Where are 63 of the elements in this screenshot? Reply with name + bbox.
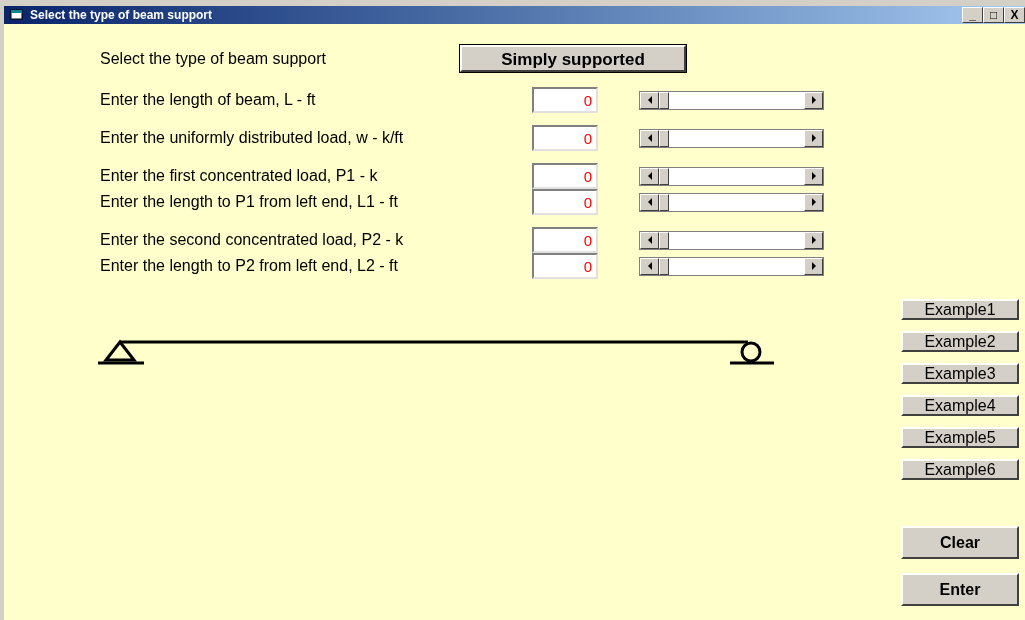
- support-label: Select the type of beam support: [100, 48, 327, 69]
- scroll-right-button[interactable]: [804, 193, 823, 211]
- scroll-thumb[interactable]: [659, 257, 669, 275]
- scroll-right-button[interactable]: [804, 231, 823, 249]
- input-field[interactable]: 0: [532, 87, 598, 113]
- input-field[interactable]: 0: [532, 163, 598, 189]
- scroll-right-button[interactable]: [804, 167, 823, 185]
- scroll-bar[interactable]: [639, 128, 824, 148]
- example-button[interactable]: Example6: [901, 459, 1019, 480]
- scroll-left-button[interactable]: [640, 129, 659, 147]
- maximize-button[interactable]: □: [983, 7, 1004, 23]
- example-button[interactable]: Example1: [901, 299, 1019, 320]
- scroll-right-button[interactable]: [804, 91, 823, 109]
- right-arrow-icon: [811, 198, 816, 206]
- scroll-left-button[interactable]: [640, 231, 659, 249]
- input-label: Enter the uniformly distributed load, w - k/ft: [100, 130, 405, 146]
- left-arrow-icon: [647, 96, 652, 104]
- input-label: Enter the length to P1 from left end, L1 - ft: [100, 194, 399, 210]
- left-arrow-icon: [647, 134, 652, 142]
- example-button[interactable]: Example2: [901, 331, 1019, 352]
- close-button[interactable]: X: [1004, 7, 1025, 23]
- action-button[interactable]: Clear: [901, 526, 1019, 559]
- scroll-bar[interactable]: [639, 230, 824, 250]
- scroll-left-button[interactable]: [640, 193, 659, 211]
- scroll-right-button[interactable]: [804, 257, 823, 275]
- right-arrow-icon: [811, 262, 816, 270]
- scroll-bar[interactable]: [639, 256, 824, 276]
- window-title: Select the type of beam support: [30, 7, 213, 24]
- scroll-thumb[interactable]: [659, 129, 669, 147]
- input-field[interactable]: 0: [532, 253, 598, 279]
- scroll-left-button[interactable]: [640, 91, 659, 109]
- left-arrow-icon: [647, 262, 652, 270]
- right-arrow-icon: [811, 172, 816, 180]
- left-arrow-icon: [647, 172, 652, 180]
- scroll-right-button[interactable]: [804, 129, 823, 147]
- scroll-left-button[interactable]: [640, 167, 659, 185]
- input-field[interactable]: 0: [532, 189, 598, 215]
- minimize-button[interactable]: _: [962, 7, 983, 23]
- scroll-bar[interactable]: [639, 166, 824, 186]
- example-button[interactable]: Example4: [901, 395, 1019, 416]
- example-button[interactable]: Example5: [901, 427, 1019, 448]
- action-button[interactable]: Enter: [901, 573, 1019, 606]
- right-arrow-icon: [811, 236, 816, 244]
- input-field[interactable]: 0: [532, 125, 598, 151]
- scroll-bar[interactable]: [639, 90, 824, 110]
- right-arrow-icon: [811, 134, 816, 142]
- scroll-thumb[interactable]: [659, 193, 669, 211]
- input-label: Enter the first concentrated load, P1 - k: [100, 168, 379, 184]
- example-button[interactable]: Example3: [901, 363, 1019, 384]
- left-arrow-icon: [647, 198, 652, 206]
- scroll-thumb[interactable]: [659, 91, 669, 109]
- input-field[interactable]: 0: [532, 227, 598, 253]
- left-arrow-icon: [647, 236, 652, 244]
- scroll-thumb[interactable]: [659, 167, 669, 185]
- input-label: Enter the length to P2 from left end, L2 - ft: [100, 258, 399, 274]
- support-type-button[interactable]: Simply supported: [460, 45, 686, 72]
- window-icon: [10, 9, 24, 21]
- input-label: Enter the second concentrated load, P2 - k: [100, 232, 405, 248]
- right-arrow-icon: [811, 96, 816, 104]
- scroll-thumb[interactable]: [659, 231, 669, 249]
- scroll-left-button[interactable]: [640, 257, 659, 275]
- input-label: Enter the length of beam, L - ft: [100, 92, 317, 108]
- scroll-bar[interactable]: [639, 192, 824, 212]
